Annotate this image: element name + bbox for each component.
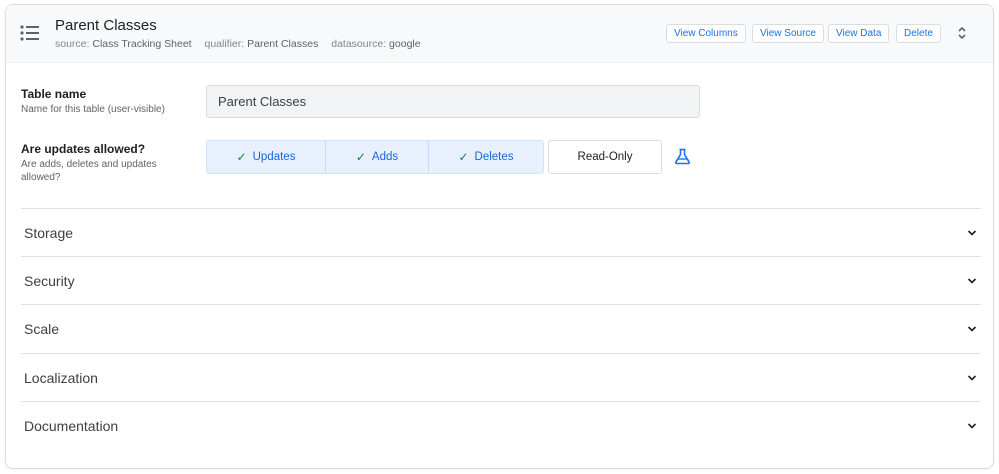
read-only-toggle-label: Read-Only [577, 151, 633, 163]
chevron-down-icon [967, 423, 977, 429]
datasource-value: google [389, 38, 421, 50]
chevron-down-icon [967, 375, 977, 381]
table-name-sublabel: Name for this table (user-visible) [21, 104, 165, 115]
section-scale[interactable]: Scale [21, 304, 981, 352]
unfold-icon[interactable] [956, 26, 968, 40]
view-columns-button[interactable]: View Columns [666, 24, 746, 43]
section-documentation[interactable]: Documentation [21, 401, 981, 449]
section-title: Documentation [24, 418, 119, 434]
delete-button[interactable]: Delete [896, 24, 941, 43]
check-icon: ✓ [355, 150, 366, 164]
view-source-button[interactable]: View Source [752, 24, 824, 43]
check-icon: ✓ [236, 150, 247, 164]
table-header: Parent Classes source: Class Tracking Sh… [6, 5, 993, 63]
updates-label: Are updates allowed? [21, 142, 146, 156]
table-name-label-group: Table name Name for this table (user-vis… [21, 87, 181, 116]
table-settings-card: Parent Classes source: Class Tracking Sh… [5, 4, 994, 469]
chevron-down-icon [967, 326, 977, 332]
check-icon: ✓ [458, 150, 469, 164]
section-localization[interactable]: Localization [21, 353, 981, 401]
chevron-down-icon [967, 230, 977, 236]
source-key: source: [55, 38, 90, 50]
chevron-down-icon [967, 278, 977, 284]
table-meta: source: Class Tracking Sheet qualifier: … [55, 38, 431, 50]
section-title: Security [24, 273, 75, 289]
section-storage[interactable]: Storage [21, 208, 981, 256]
updates-toggle[interactable]: ✓ Updates [206, 140, 326, 174]
qualifier-key: qualifier: [204, 38, 245, 50]
datasource-key: datasource: [331, 38, 387, 50]
updates-sublabel: Are adds, deletes and updates allowed? [21, 159, 157, 183]
table-name-label: Table name [21, 87, 87, 101]
section-title: Localization [24, 370, 98, 386]
flask-icon[interactable] [674, 148, 691, 165]
read-only-toggle[interactable]: Read-Only [548, 140, 662, 174]
adds-toggle[interactable]: ✓ Adds [325, 140, 429, 174]
section-title: Storage [24, 225, 74, 241]
qualifier-value: Parent Classes [247, 38, 319, 50]
section-security[interactable]: Security [21, 256, 981, 304]
table-name-input[interactable] [206, 85, 700, 118]
view-data-button[interactable]: View Data [828, 24, 890, 43]
updates-toggle-label: Updates [252, 151, 296, 163]
list-icon [20, 25, 39, 41]
table-title: Parent Classes [55, 17, 157, 34]
updates-label-group: Are updates allowed? Are adds, deletes a… [21, 142, 181, 184]
deletes-toggle-label: Deletes [474, 151, 514, 163]
source-value: Class Tracking Sheet [92, 38, 192, 50]
adds-toggle-label: Adds [371, 151, 399, 163]
deletes-toggle[interactable]: ✓ Deletes [428, 140, 544, 174]
section-title: Scale [24, 321, 60, 337]
